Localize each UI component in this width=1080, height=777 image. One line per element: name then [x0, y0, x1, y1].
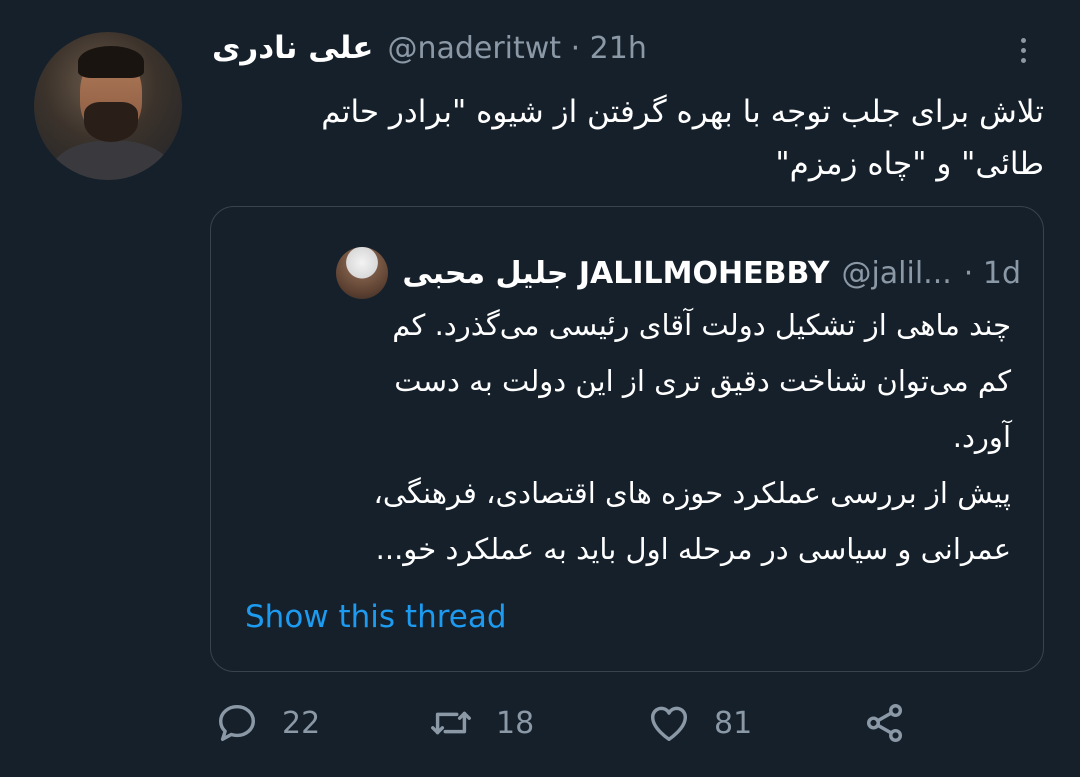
quoted-tweet-header: جلیل محبی JALILMOHEBBY @jalil... · 1d [336, 247, 1021, 299]
share-button[interactable] [862, 700, 908, 746]
retweet-count: 18 [496, 705, 535, 741]
like-button[interactable]: 81 [646, 700, 752, 746]
quoted-tweet[interactable]: جلیل محبی JALILMOHEBBY @jalil... · 1d چن… [210, 206, 1044, 672]
quoted-tweet-time: · 1d [963, 255, 1021, 291]
tweet-header: علی نادری @naderitwt · 21h [212, 30, 647, 66]
retweet-button[interactable]: 18 [428, 700, 534, 746]
show-thread-link[interactable]: Show this thread [245, 599, 507, 635]
quoted-author-display-name: جلیل محبی JALILMOHEBBY [402, 255, 830, 291]
author-avatar[interactable] [34, 32, 182, 180]
quoted-author-avatar [336, 247, 389, 299]
quoted-tweet-text: چند ماهی از تشکیل دولت آقای رئیسی می‌گذر… [373, 308, 1011, 566]
like-count: 81 [714, 705, 753, 741]
reply-icon [218, 704, 256, 742]
retweet-icon [431, 711, 471, 735]
reply-count: 22 [282, 705, 321, 741]
tweet-text: تلاش برای جلب توجه با بهره گرفتن از شیوه… [321, 94, 1044, 182]
author-handle-time[interactable]: @naderitwt · 21h [387, 31, 646, 66]
quoted-author-handle: @jalil... [841, 255, 952, 291]
reply-button[interactable]: 22 [214, 700, 320, 746]
tweet-actions: 22 18 81 [0, 700, 1080, 760]
heart-icon [650, 706, 688, 742]
share-icon [866, 704, 903, 742]
author-display-name[interactable]: علی نادری [212, 30, 373, 66]
more-icon[interactable] [1008, 30, 1038, 70]
